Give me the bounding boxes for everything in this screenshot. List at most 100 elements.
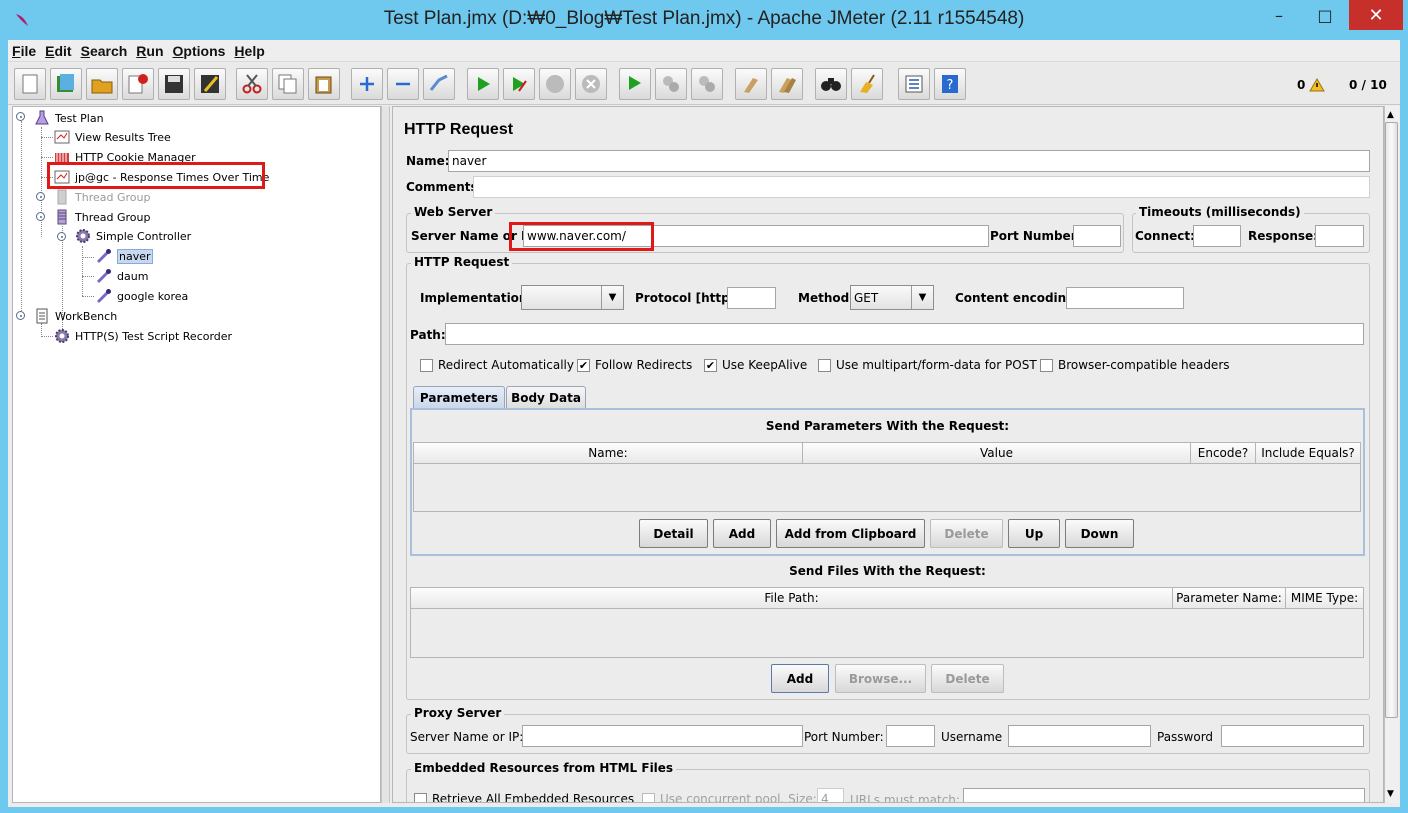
- new-icon[interactable]: [14, 68, 46, 100]
- remote-shutdown-icon[interactable]: [691, 68, 723, 100]
- menu-search[interactable]: Search: [81, 43, 128, 59]
- multipart-checkbox[interactable]: Use multipart/form-data for POST: [818, 358, 1037, 372]
- tab-body-data[interactable]: Body Data: [506, 386, 586, 408]
- column-encode[interactable]: Encode?: [1190, 442, 1256, 464]
- tree-node-simple-controller[interactable]: Simple Controller: [75, 227, 191, 245]
- clear-icon[interactable]: [735, 68, 767, 100]
- tab-parameters[interactable]: Parameters: [413, 386, 505, 408]
- clear-all-icon[interactable]: [771, 68, 803, 100]
- save-as-icon[interactable]: [194, 68, 226, 100]
- concurrent-pool-checkbox[interactable]: Use concurrent pool. Size:: [642, 792, 817, 802]
- proxy-port-field[interactable]: [886, 725, 935, 747]
- username-field[interactable]: [1008, 725, 1151, 747]
- copy-icon[interactable]: [272, 68, 304, 100]
- warning-icon: [1309, 78, 1326, 92]
- tree-node-daum[interactable]: daum: [96, 267, 148, 285]
- add-parameter-button[interactable]: Add: [713, 519, 771, 548]
- menu-run[interactable]: Run: [136, 43, 163, 59]
- scroll-down-icon[interactable]: ▼: [1387, 789, 1394, 799]
- comments-field[interactable]: [473, 176, 1370, 198]
- reset-search-icon[interactable]: [851, 68, 883, 100]
- column-parameter-name[interactable]: Parameter Name:: [1172, 587, 1286, 609]
- use-keepalive-checkbox[interactable]: ✔ Use KeepAlive: [704, 358, 807, 372]
- menu-options[interactable]: Options: [173, 43, 226, 59]
- proxy-server-field[interactable]: [522, 725, 803, 747]
- scroll-up-icon[interactable]: ▲: [1387, 110, 1394, 120]
- scrollbar-thumb[interactable]: [1385, 122, 1398, 718]
- connect-label: Connect:: [1135, 229, 1195, 243]
- tree-node-thread-group-disabled[interactable]: Thread Group: [54, 188, 150, 206]
- redirect-automatically-checkbox[interactable]: Redirect Automatically: [420, 358, 574, 372]
- down-button[interactable]: Down: [1065, 519, 1134, 548]
- content-encoding-field[interactable]: [1066, 287, 1184, 309]
- close-button[interactable]: ✕: [1349, 0, 1403, 30]
- remote-start-icon[interactable]: [619, 68, 651, 100]
- remote-stop-icon[interactable]: [655, 68, 687, 100]
- templates-icon[interactable]: [50, 68, 82, 100]
- start-no-pause-icon[interactable]: [503, 68, 535, 100]
- tree-node-google-korea[interactable]: google korea: [96, 287, 188, 305]
- menu-file[interactable]: File: [12, 43, 36, 59]
- maximize-button[interactable]: □: [1302, 0, 1348, 30]
- method-dropdown[interactable]: GET ▼: [850, 285, 934, 310]
- add-file-button[interactable]: Add: [771, 664, 829, 693]
- path-field[interactable]: [445, 323, 1364, 345]
- chevron-down-icon: ▼: [601, 286, 623, 309]
- cut-icon[interactable]: [236, 68, 268, 100]
- follow-redirects-checkbox[interactable]: ✔ Follow Redirects: [577, 358, 692, 372]
- port-number-field[interactable]: [1073, 225, 1121, 247]
- save-icon[interactable]: [158, 68, 190, 100]
- delete-parameter-button[interactable]: Delete: [930, 519, 1003, 548]
- comments-label: Comments:: [406, 180, 483, 194]
- tree-node-workbench[interactable]: WorkBench: [34, 307, 117, 325]
- connect-timeout-field[interactable]: [1193, 225, 1241, 247]
- urls-must-match-field[interactable]: [963, 788, 1365, 802]
- split-divider[interactable]: [381, 106, 390, 803]
- minimize-button[interactable]: –: [1256, 0, 1302, 30]
- files-table-body[interactable]: [410, 609, 1364, 658]
- column-file-path[interactable]: File Path:: [410, 587, 1173, 609]
- browser-headers-checkbox[interactable]: Browser-compatible headers: [1040, 358, 1230, 372]
- retrieve-embedded-checkbox[interactable]: Retrieve All Embedded Resources: [414, 792, 634, 802]
- tree-node-recorder[interactable]: HTTP(S) Test Script Recorder: [54, 327, 232, 345]
- function-helper-icon[interactable]: [898, 68, 930, 100]
- tree-node-view-results-tree[interactable]: View Results Tree: [54, 128, 171, 146]
- column-include-equals[interactable]: Include Equals?: [1255, 442, 1361, 464]
- tree-node-naver[interactable]: naver: [96, 247, 153, 265]
- password-label: Password: [1157, 730, 1214, 744]
- stop-icon[interactable]: [539, 68, 571, 100]
- expand-icon[interactable]: [351, 68, 383, 100]
- up-button[interactable]: Up: [1008, 519, 1060, 548]
- shutdown-icon[interactable]: [575, 68, 607, 100]
- add-from-clipboard-button[interactable]: Add from Clipboard: [776, 519, 925, 548]
- implementation-dropdown[interactable]: ▼: [521, 285, 624, 310]
- search-icon[interactable]: [815, 68, 847, 100]
- content-encoding-label: Content encoding:: [955, 291, 1080, 305]
- test-plan-tree[interactable]: Test Plan View Results Tree HTTP Cookie …: [12, 106, 381, 803]
- thread-count: 0 / 10: [1349, 78, 1387, 92]
- response-timeout-field[interactable]: [1315, 225, 1364, 247]
- menu-help[interactable]: Help: [234, 43, 264, 59]
- column-value[interactable]: Value: [802, 442, 1191, 464]
- delete-file-button[interactable]: Delete: [931, 664, 1004, 693]
- help-icon[interactable]: ?: [934, 68, 966, 100]
- tree-node-test-plan[interactable]: Test Plan: [34, 109, 104, 127]
- password-field[interactable]: [1221, 725, 1364, 747]
- name-field[interactable]: naver: [448, 150, 1370, 172]
- collapse-icon[interactable]: [387, 68, 419, 100]
- column-mime-type[interactable]: MIME Type:: [1285, 587, 1364, 609]
- open-icon[interactable]: [86, 68, 118, 100]
- close-plan-icon[interactable]: [122, 68, 154, 100]
- protocol-field[interactable]: [727, 287, 776, 309]
- menu-edit[interactable]: Edit: [45, 43, 71, 59]
- pool-size-field[interactable]: 4: [817, 788, 844, 802]
- detail-button[interactable]: Detail: [639, 519, 708, 548]
- tree-node-thread-group[interactable]: Thread Group: [54, 208, 150, 226]
- paste-icon[interactable]: [308, 68, 340, 100]
- parameters-table-body[interactable]: [413, 464, 1361, 512]
- column-name[interactable]: Name:: [413, 442, 803, 464]
- browse-button[interactable]: Browse...: [835, 664, 926, 693]
- start-icon[interactable]: [467, 68, 499, 100]
- toggle-icon[interactable]: [423, 68, 455, 100]
- web-server-title: Web Server: [411, 205, 496, 219]
